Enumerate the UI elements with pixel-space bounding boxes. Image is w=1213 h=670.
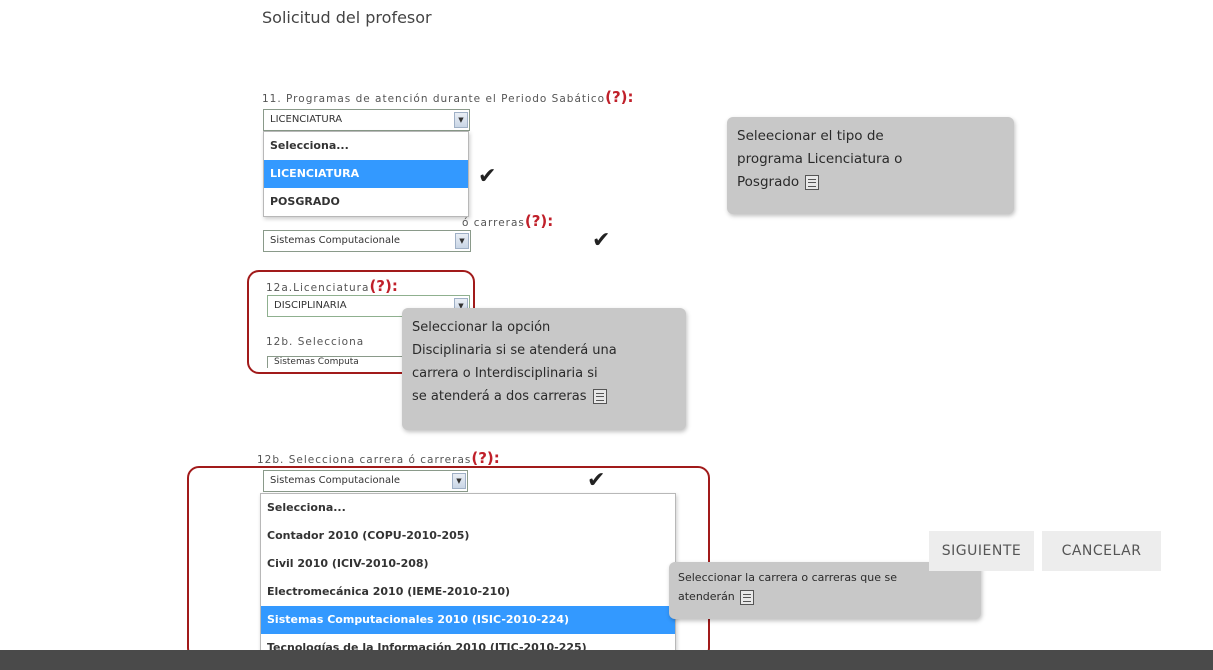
q11-option[interactable]: POSGRADO: [264, 188, 468, 216]
highlight-box-12b: [187, 466, 710, 670]
list-icon: [592, 389, 607, 404]
tooltip-line: carrera o Interdisciplinaria si: [412, 366, 598, 381]
q11-option[interactable]: Selecciona...: [264, 132, 468, 160]
chevron-down-icon[interactable]: ▼: [454, 112, 468, 128]
tooltip-line: Seleecionar el tipo de: [737, 128, 884, 144]
tooltip-line: Disciplinaria si se atenderá una: [412, 343, 617, 358]
next-button[interactable]: SIGUIENTE: [929, 531, 1034, 571]
q12-label: ó carreras(?):: [462, 212, 553, 230]
list-icon: [740, 589, 755, 605]
q11-dropdown-list: Selecciona... LICENCIATURA POSGRADO: [263, 131, 469, 217]
q12b-help-link[interactable]: (?):: [471, 449, 499, 467]
tooltip-licenciatura: Seleccionar la opción Disciplinaria si s…: [402, 308, 686, 430]
tooltip-line: programa Licenciatura o: [737, 151, 903, 167]
tooltip-text: Posgrado: [737, 174, 800, 190]
footer-bar: [0, 650, 1213, 670]
tooltip-text: atenderán: [678, 590, 735, 603]
tooltip-line: Seleccionar la carrera o carreras que se: [678, 571, 898, 584]
q12-help-link[interactable]: (?):: [525, 212, 553, 230]
list-icon: [805, 174, 820, 190]
tooltip-line: se atenderá a dos carreras: [412, 385, 676, 408]
q12-select[interactable]: Sistemas Computacionale ▼: [263, 230, 471, 252]
tooltip-line: atenderán: [678, 587, 972, 606]
q11-label: 11. Programas de atención durante el Per…: [262, 88, 634, 106]
q12-select-value: Sistemas Computacionale: [270, 235, 401, 246]
q12b-label: 12b. Selecciona carrera ó carreras(?):: [257, 449, 500, 467]
q11-select[interactable]: LICENCIATURA ▼: [263, 109, 470, 131]
checkmark-icon: ✔: [478, 164, 497, 189]
q12-label-text: ó carreras: [462, 217, 525, 229]
q11-select-value: LICENCIATURA: [270, 114, 343, 125]
page-title: Solicitud del profesor: [262, 8, 432, 27]
cancel-button[interactable]: CANCELAR: [1042, 531, 1161, 571]
tooltip-text: se atenderá a dos carreras: [412, 389, 587, 404]
q11-label-text: 11. Programas de atención durante el Per…: [262, 93, 606, 105]
q11-help-link[interactable]: (?):: [605, 88, 633, 106]
tooltip-programa: Seleecionar el tipo de programa Licencia…: [727, 117, 1014, 214]
checkmark-icon: ✔: [592, 228, 611, 253]
q12b-label-text: 12b. Selecciona carrera ó carreras: [257, 454, 472, 466]
tooltip-line: Seleccionar la opción: [412, 320, 551, 335]
tooltip-line: Posgrado: [737, 171, 1004, 194]
chevron-down-icon[interactable]: ▼: [455, 233, 469, 249]
q11-option-selected[interactable]: LICENCIATURA: [264, 160, 468, 188]
